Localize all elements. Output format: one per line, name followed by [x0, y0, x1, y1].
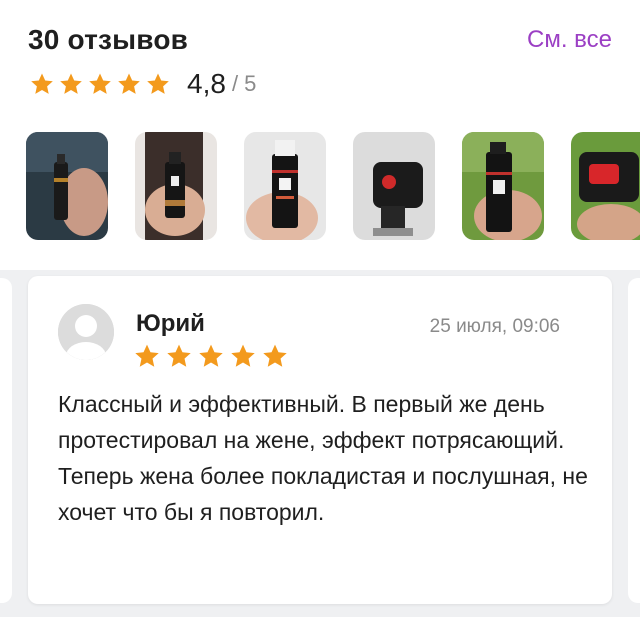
star-icon — [30, 72, 54, 96]
next-review-card-edge[interactable] — [628, 278, 640, 603]
review-date: 25 июля, 09:06 — [429, 316, 560, 337]
spray-photo-4-icon — [353, 132, 435, 240]
review-photo[interactable] — [26, 132, 108, 240]
rating-summary: 4,8 / 5 — [30, 66, 256, 102]
star-icon — [146, 72, 170, 96]
star-icon — [262, 343, 288, 369]
avatar — [58, 304, 114, 360]
spray-photo-3-icon — [244, 132, 326, 240]
see-all-link[interactable]: См. все — [527, 26, 612, 54]
star-icon — [88, 72, 112, 96]
average-rating: 4,8 — [187, 68, 226, 99]
previous-review-card-edge[interactable] — [0, 278, 12, 603]
star-icon — [117, 72, 141, 96]
spray-photo-6-icon — [571, 132, 640, 240]
spray-photo-1-icon — [26, 132, 108, 240]
star-icon — [198, 343, 224, 369]
review-photo[interactable] — [571, 132, 640, 240]
review-text: Классный и эффективный. В первый же день… — [58, 391, 588, 525]
star-icon — [59, 72, 83, 96]
star-icon — [166, 343, 192, 369]
review-card[interactable]: Юрий 25 июля, 09:06 Классный и эффективн… — [28, 276, 612, 604]
reviews-summary-section: 30 отзывов См. все 4,8 / 5 — [0, 0, 640, 270]
reviewer-name: Юрий — [136, 310, 205, 337]
rating-scale: / 5 — [231, 71, 257, 96]
review-stars — [134, 343, 294, 369]
review-photo[interactable] — [244, 132, 326, 240]
spray-photo-2-icon — [135, 132, 217, 240]
review-photo[interactable] — [462, 132, 544, 240]
star-icon — [134, 343, 160, 369]
star-icon — [230, 343, 256, 369]
review-photo[interactable] — [135, 132, 217, 240]
rating-stars — [30, 72, 175, 96]
review-photo[interactable] — [353, 132, 435, 240]
user-avatar-icon — [58, 304, 114, 360]
spray-photo-5-icon — [462, 132, 544, 240]
review-photos-strip[interactable] — [26, 132, 640, 240]
reviews-count-title: 30 отзывов — [28, 24, 189, 55]
